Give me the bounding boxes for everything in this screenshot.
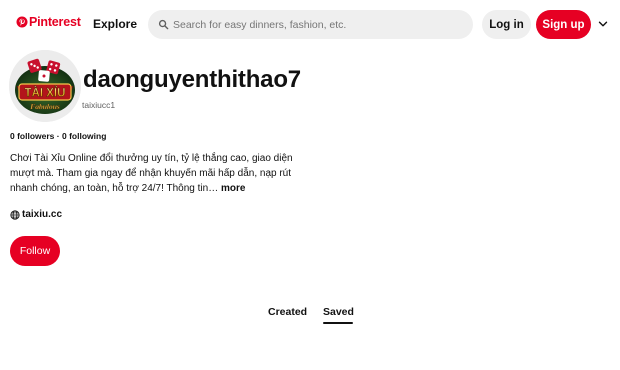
tab-saved[interactable]: Saved [323,306,354,318]
bio-more-link[interactable]: more [221,183,245,194]
profile-username: taixiucc1 [82,100,116,110]
explore-link[interactable]: Explore [93,17,137,31]
signup-button[interactable]: Sign up [536,10,591,39]
top-nav: Pinterest Explore Log in Sign up [0,0,620,48]
bio-text: Chơi Tài Xỉu Online đổi thưởng uy tín, t… [10,153,293,194]
profile-display-name: daonguyenthithao7 [83,66,301,93]
tab-created[interactable]: Created [268,306,307,318]
followers-count[interactable]: 0 followers [10,131,54,141]
logo-text: Pinterest [29,15,81,29]
avatar-logo-main-text: TÀI XỈU [25,87,66,100]
login-button[interactable]: Log in [482,10,531,39]
profile-bio: Chơi Tài Xỉu Online đổi thưởng uy tín, t… [10,151,300,196]
avatar: TÀI XỈU Fabulous [9,50,81,122]
pinterest-logo[interactable]: Pinterest [16,15,81,29]
search-icon [158,19,169,30]
globe-icon [10,209,20,220]
following-count[interactable]: 0 following [62,131,106,141]
follow-stats: 0 followers · 0 following [10,131,106,141]
avatar-logo-sub-text: Fabulous [30,102,60,111]
follow-button[interactable]: Follow [10,236,60,266]
search-bar[interactable] [148,10,473,39]
chevron-down-icon[interactable] [596,17,610,31]
search-input[interactable] [173,18,463,31]
website-link[interactable]: taixiu.cc [10,209,62,220]
stats-separator: · [56,131,60,141]
active-tab-indicator [323,322,353,324]
website-text: taixiu.cc [22,209,63,220]
pinterest-logo-icon [16,16,28,28]
avatar-logo-image: TÀI XỈU Fabulous [9,50,81,122]
